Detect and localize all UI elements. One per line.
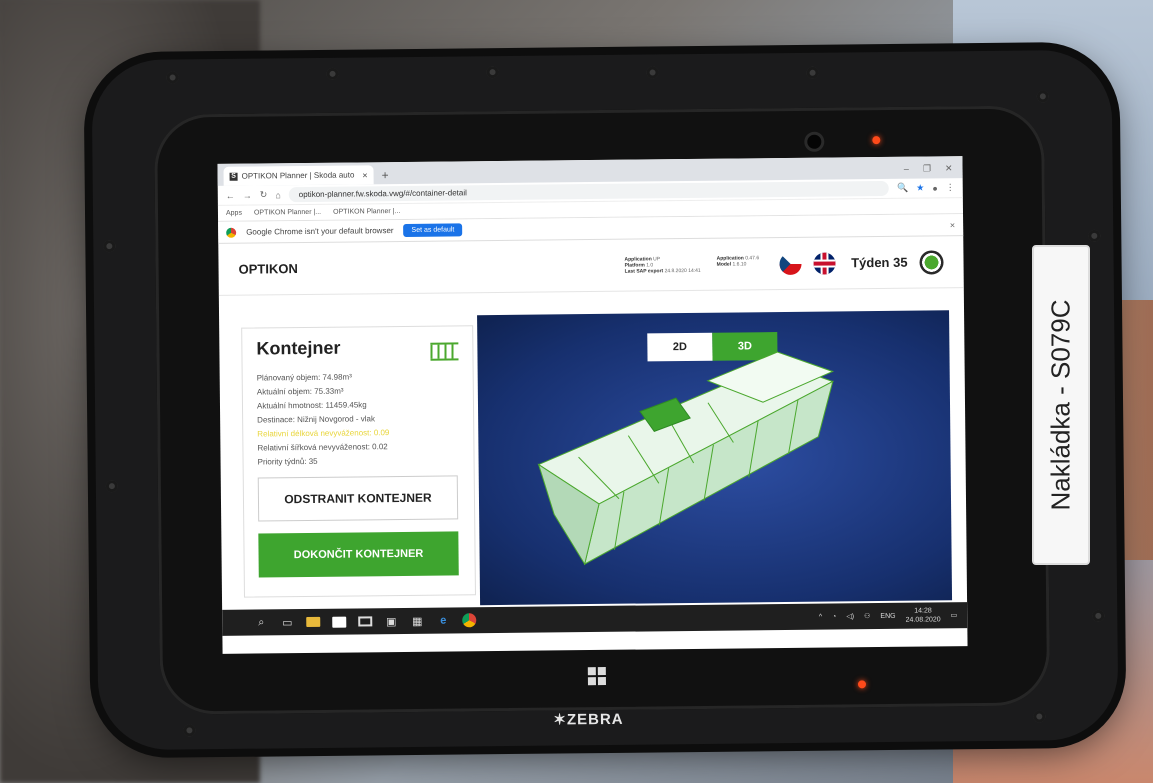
screw-icon — [1036, 90, 1049, 103]
file-explorer-icon[interactable] — [306, 616, 321, 628]
clock[interactable]: 14:28 24.08.2020 — [905, 606, 941, 624]
home-icon[interactable]: ⌂ — [275, 190, 281, 200]
screw-icon — [646, 66, 659, 79]
task-view-icon[interactable]: ▭ — [280, 615, 294, 629]
container-info: Plánovaný objem: 74.98m³ Aktuální objem:… — [257, 369, 460, 469]
edge-icon[interactable]: e — [436, 614, 450, 628]
calendar-icon[interactable]: ▦ — [410, 614, 424, 628]
device-sticker: Nakládka - S079C — [1032, 245, 1090, 565]
start-button[interactable] — [232, 618, 243, 628]
brand-logo: ZEBRA — [553, 710, 624, 729]
status-led — [872, 136, 881, 145]
screw-icon — [326, 67, 339, 80]
close-tab-icon[interactable]: × — [362, 170, 367, 180]
screw-icon — [1092, 609, 1105, 622]
chrome-icon — [226, 227, 237, 238]
screw-icon — [1088, 229, 1101, 242]
app-logo[interactable]: OPTIKON — [238, 261, 297, 277]
screw-icon — [486, 66, 499, 79]
profile-icon[interactable]: ● — [932, 183, 938, 193]
windows-taskbar: ⌕ ▭ ▣ ▦ e ^ ◔ ◁) ⚇ ENG 14:28 24.08.2020 … — [222, 602, 968, 636]
system-tray: ^ ◔ ◁) ⚇ ENG 14:28 24.08.2020 ▭ — [819, 606, 958, 625]
language-indicator[interactable]: ENG — [880, 612, 895, 619]
container-title: Kontejner — [256, 337, 341, 359]
container-3d-model — [537, 351, 835, 566]
mail-icon[interactable] — [358, 616, 373, 627]
screw-icon — [103, 240, 116, 253]
status-led — [857, 680, 867, 689]
screw-icon — [806, 66, 819, 79]
finish-container-button[interactable]: DOKONČIT KONTEJNER — [258, 531, 459, 578]
close-window-icon[interactable]: ✕ — [945, 163, 953, 174]
chrome-taskbar-icon[interactable] — [462, 613, 477, 628]
screw-icon — [105, 480, 118, 493]
favicon-icon: S — [229, 172, 238, 181]
people-icon[interactable]: ⚇ — [864, 612, 870, 620]
camera-icon — [807, 134, 822, 149]
screw-icon — [183, 724, 196, 737]
zoom-icon[interactable]: 🔍 — [897, 183, 908, 194]
skoda-logo-icon — [919, 249, 944, 275]
notifications-icon[interactable]: ▭ — [951, 611, 958, 619]
main-content: Kontejner Plánovaný objem: 74.98m³ Aktuá… — [219, 310, 967, 608]
screw-icon — [1033, 710, 1046, 723]
infobar-text: Google Chrome isn't your default browser — [246, 226, 394, 237]
3d-viewport[interactable]: 2D 3D — [477, 310, 953, 606]
bookmark-item[interactable]: OPTIKON Planner |... — [254, 209, 321, 217]
close-infobar-icon[interactable]: × — [950, 220, 955, 230]
volume-icon[interactable]: ◁) — [846, 612, 854, 620]
week-label: Týden 35 — [851, 254, 908, 271]
bookmark-apps[interactable]: Apps — [226, 210, 242, 217]
browser-tab[interactable]: S OPTIKON Planner | Skoda auto × — [223, 165, 374, 186]
chevron-up-icon[interactable]: ^ — [819, 613, 822, 620]
container-panel: Kontejner Plánovaný objem: 74.98m³ Aktuá… — [241, 325, 476, 598]
screw-icon — [166, 71, 179, 84]
windows-home-button[interactable] — [587, 667, 606, 686]
container-icon — [430, 342, 459, 361]
menu-icon[interactable]: ⋮ — [946, 182, 955, 193]
czech-flag-icon[interactable] — [779, 252, 802, 275]
store-icon[interactable] — [332, 616, 347, 628]
app-header: OPTIKON Application UP Platform 1.0 Last… — [218, 236, 964, 296]
set-default-button[interactable]: Set as default — [403, 223, 463, 237]
week-priority: Priority týdnů: 35 — [257, 456, 318, 467]
version-meta: Application UP Platform 1.0 Last SAP exp… — [624, 254, 760, 275]
window-icon[interactable]: ▣ — [384, 614, 398, 628]
tablet-screen: S OPTIKON Planner | Skoda auto × + – ❐ ✕… — [217, 156, 968, 654]
back-icon[interactable]: ← — [226, 190, 235, 200]
star-icon[interactable]: ★ — [916, 183, 924, 194]
bookmark-item[interactable]: OPTIKON Planner |... — [333, 208, 400, 216]
forward-icon[interactable]: → — [243, 190, 252, 200]
tab-title: OPTIKON Planner | Skoda auto — [241, 170, 355, 181]
restore-icon[interactable]: ❐ — [923, 163, 931, 174]
minimize-icon[interactable]: – — [904, 164, 909, 175]
uk-flag-icon[interactable] — [813, 251, 836, 275]
search-icon[interactable]: ⌕ — [254, 615, 268, 629]
window-controls: – ❐ ✕ — [894, 163, 963, 179]
sticker-label: Nakládka - S079C — [1045, 299, 1076, 511]
network-icon[interactable]: ◔ — [832, 613, 836, 620]
reload-icon[interactable]: ↻ — [260, 189, 268, 200]
remove-container-button[interactable]: ODSTRANIT KONTEJNER — [257, 475, 459, 522]
new-tab-button[interactable]: + — [374, 168, 397, 184]
